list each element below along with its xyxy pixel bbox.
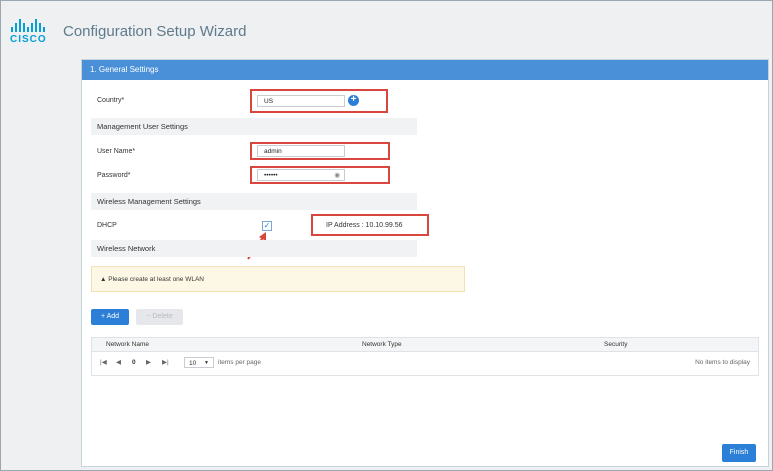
- delete-button[interactable]: − Delete: [136, 309, 183, 325]
- items-per-page-label: items per page: [218, 359, 261, 366]
- country-label: Country*: [97, 97, 125, 104]
- show-password-eye-icon[interactable]: ◉: [334, 170, 340, 182]
- ip-address-text: IP Address : 10.10.99.56: [326, 222, 403, 229]
- column-network-name[interactable]: Network Name: [106, 338, 149, 351]
- prev-page-icon[interactable]: ◀: [116, 352, 121, 374]
- dhcp-label: DHCP: [97, 222, 117, 229]
- first-page-icon[interactable]: |◀: [100, 352, 107, 374]
- password-label: Password*: [97, 172, 131, 179]
- general-settings-panel: 1. General Settings Country* US + Manage…: [81, 59, 769, 467]
- country-field[interactable]: US: [257, 95, 345, 107]
- next-page-icon[interactable]: ▶: [146, 352, 151, 374]
- per-page-value: 10: [189, 360, 197, 367]
- warning-text: Please create at least one WLAN: [108, 276, 204, 283]
- empty-table-message: No items to display: [695, 359, 750, 366]
- app-window: CISCO Configuration Setup Wizard 1. Gene…: [0, 0, 773, 471]
- cisco-logo: CISCO: [10, 19, 52, 47]
- warning-triangle-icon: ▲: [100, 276, 107, 283]
- finish-button[interactable]: Finish: [722, 444, 756, 462]
- password-field[interactable]: •••••• ◉: [257, 169, 345, 181]
- wireless-network-header: Wireless Network: [91, 240, 417, 257]
- current-page: 0: [132, 359, 136, 366]
- username-label: User Name*: [97, 148, 136, 155]
- wlan-table: Network Name Network Type Security |◀ ◀ …: [91, 337, 759, 376]
- cisco-logo-bars: [11, 19, 52, 32]
- last-page-icon[interactable]: ▶|: [162, 352, 169, 374]
- panel-title: 1. General Settings: [82, 60, 768, 80]
- items-per-page-select[interactable]: 10 ▼: [184, 357, 214, 368]
- cisco-logo-text: CISCO: [10, 34, 47, 45]
- wireless-management-settings-header: Wireless Management Settings: [91, 193, 417, 210]
- add-country-icon[interactable]: +: [348, 95, 359, 106]
- column-network-type[interactable]: Network Type: [362, 338, 402, 351]
- wlan-warning-banner: ▲ Please create at least one WLAN: [91, 266, 465, 292]
- add-button[interactable]: + Add: [91, 309, 129, 325]
- table-header: Network Name Network Type Security: [92, 338, 758, 352]
- chevron-down-icon: ▼: [204, 360, 209, 366]
- username-field[interactable]: admin: [257, 145, 345, 157]
- table-pager: |◀ ◀ 0 ▶ ▶| 10 ▼ items per page No items…: [92, 352, 758, 374]
- page-title: Configuration Setup Wizard: [63, 23, 247, 40]
- password-value: ••••••: [264, 172, 278, 179]
- management-user-settings-header: Management User Settings: [91, 118, 417, 135]
- column-security[interactable]: Security: [604, 338, 627, 351]
